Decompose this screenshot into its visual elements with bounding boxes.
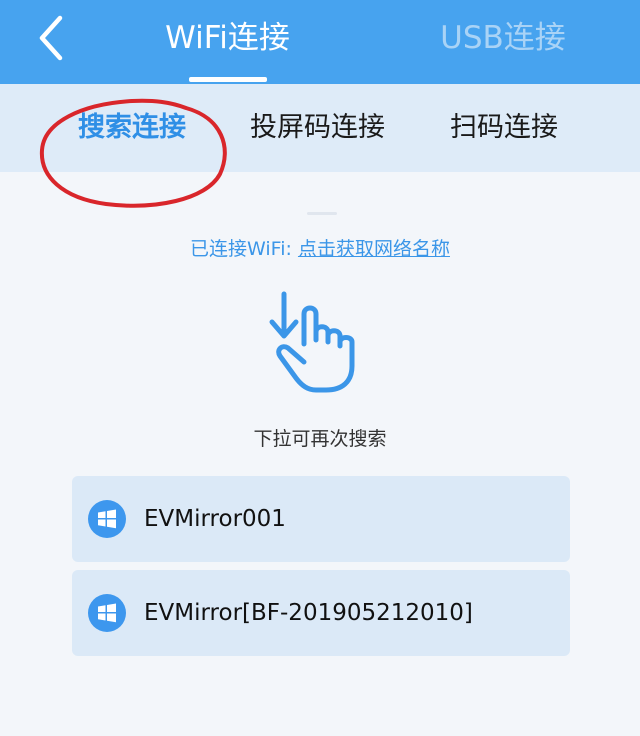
active-tab-indicator bbox=[189, 77, 267, 82]
device-name: EVMirror[BF-201905212010] bbox=[144, 600, 473, 626]
subtab-search-connect[interactable]: 搜索连接 bbox=[78, 106, 186, 150]
tab-usb-connect[interactable]: USB连接 bbox=[428, 14, 578, 62]
pull-to-refresh-hint: 下拉可再次搜索 bbox=[253, 428, 387, 450]
subtab-scan-connect[interactable]: 扫码连接 bbox=[450, 106, 558, 150]
windows-icon bbox=[88, 594, 126, 632]
back-button[interactable] bbox=[30, 12, 74, 64]
device-item-1[interactable]: EVMirror001 bbox=[72, 476, 570, 562]
pull-down-hand-icon bbox=[269, 291, 355, 393]
get-network-name-link[interactable]: 点击获取网络名称 bbox=[298, 238, 450, 260]
pull-handle bbox=[307, 212, 337, 215]
device-name: EVMirror001 bbox=[144, 506, 286, 532]
subtab-cast-code-connect[interactable]: 投屏码连接 bbox=[250, 106, 385, 150]
chevron-left-icon bbox=[39, 15, 63, 61]
wifi-status-label: 已连接WiFi: bbox=[190, 238, 298, 260]
wifi-status: 已连接WiFi: 点击获取网络名称 bbox=[0, 234, 640, 261]
app-header: WiFi连接 USB连接 bbox=[0, 0, 640, 84]
windows-icon bbox=[88, 500, 126, 538]
connection-mode-tabs: 搜索连接 投屏码连接 扫码连接 bbox=[0, 84, 640, 172]
device-item-2[interactable]: EVMirror[BF-201905212010] bbox=[72, 570, 570, 656]
tab-wifi-connect[interactable]: WiFi连接 bbox=[150, 14, 305, 62]
